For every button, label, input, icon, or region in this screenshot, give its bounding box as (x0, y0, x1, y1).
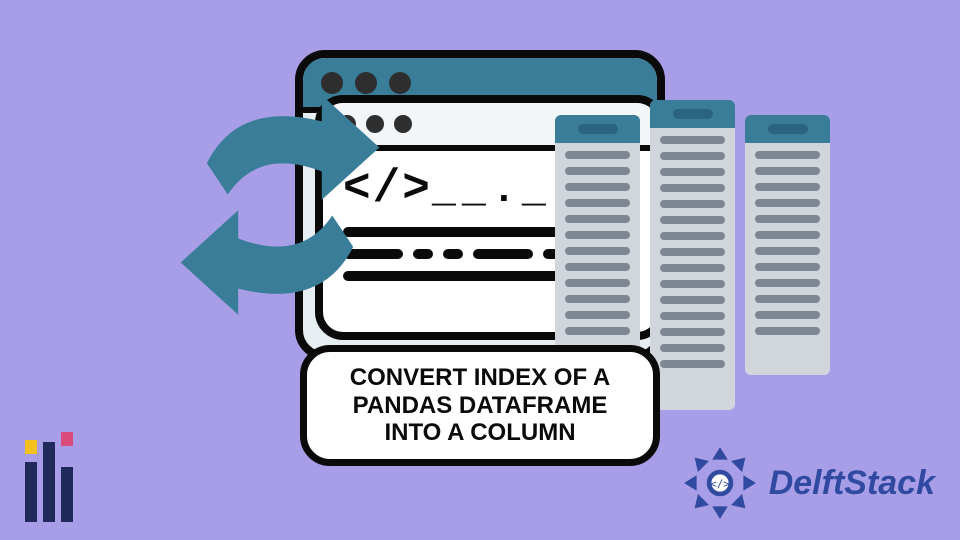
svg-text:</>: </> (710, 478, 730, 491)
delftstack-brand: </> DelftStack (681, 444, 935, 522)
title-badge: CONVERT INDEX OF A PANDAS DATAFRAME INTO… (300, 345, 660, 466)
window-dot (394, 115, 412, 133)
window-dot (389, 72, 411, 94)
banner-canvas: </>__._ (0, 0, 960, 540)
table-column (650, 100, 735, 410)
delftstack-rosette-icon: </> (681, 444, 759, 522)
brand-name: DelftStack (769, 464, 935, 503)
refresh-arrows-icon (175, 90, 385, 320)
pandas-logo-icon (25, 432, 73, 522)
table-column (745, 115, 830, 375)
title-text: CONVERT INDEX OF A PANDAS DATAFRAME INTO… (325, 364, 635, 447)
table-column (555, 115, 640, 375)
